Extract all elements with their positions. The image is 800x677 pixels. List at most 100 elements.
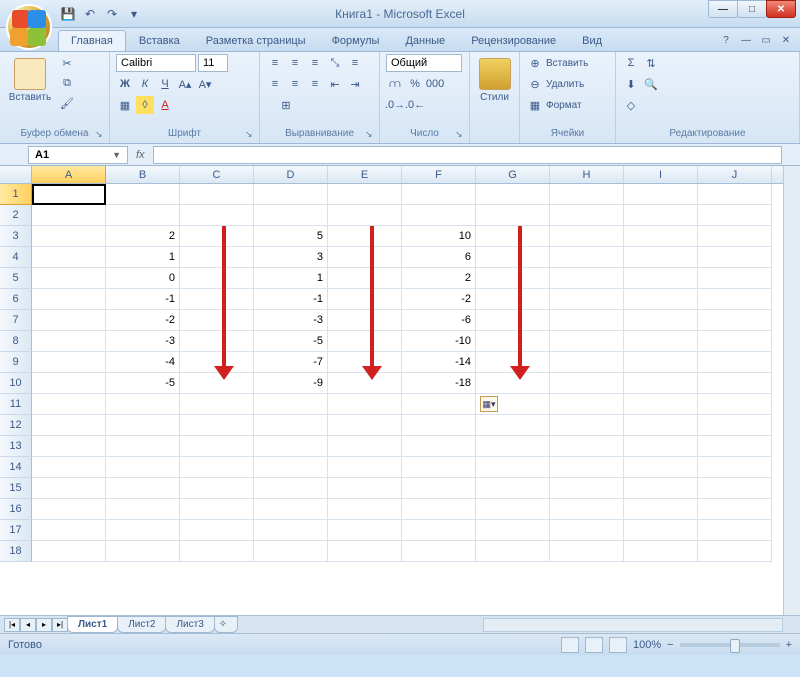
cell[interactable]: [698, 436, 772, 457]
cell[interactable]: [550, 415, 624, 436]
cell[interactable]: [254, 184, 328, 205]
cell[interactable]: [32, 289, 106, 310]
cell[interactable]: 2: [402, 268, 476, 289]
cell[interactable]: [328, 247, 402, 268]
name-box-dropdown-icon[interactable]: ▼: [112, 150, 121, 160]
tab-home[interactable]: Главная: [58, 30, 126, 51]
cell[interactable]: [550, 478, 624, 499]
save-icon[interactable]: 💾: [58, 4, 78, 24]
cell[interactable]: [254, 478, 328, 499]
cell[interactable]: [476, 499, 550, 520]
cell[interactable]: -5: [254, 331, 328, 352]
font-size-combo[interactable]: 11: [198, 54, 228, 72]
cell[interactable]: [32, 541, 106, 562]
cell[interactable]: [328, 541, 402, 562]
decrease-decimal-icon[interactable]: .0←: [406, 96, 424, 114]
cell[interactable]: [476, 310, 550, 331]
cell[interactable]: [106, 499, 180, 520]
cell[interactable]: [624, 499, 698, 520]
cell[interactable]: [254, 541, 328, 562]
cell[interactable]: [698, 394, 772, 415]
sheet-nav-next-icon[interactable]: ▸: [36, 618, 52, 632]
cell[interactable]: [624, 268, 698, 289]
align-left-icon[interactable]: ≡: [266, 75, 284, 93]
cell[interactable]: [698, 268, 772, 289]
number-launcher-icon[interactable]: ↘: [455, 129, 467, 141]
cell[interactable]: [328, 457, 402, 478]
cell[interactable]: [180, 394, 254, 415]
cell[interactable]: -18: [402, 373, 476, 394]
cell[interactable]: [328, 268, 402, 289]
cell[interactable]: [550, 436, 624, 457]
worksheet-grid[interactable]: A B C D E F G H I J 1232510413650126-1-1…: [0, 166, 800, 615]
cell[interactable]: [402, 457, 476, 478]
undo-icon[interactable]: ↶: [80, 4, 100, 24]
cell[interactable]: [476, 520, 550, 541]
cell[interactable]: 10: [402, 226, 476, 247]
cell[interactable]: -7: [254, 352, 328, 373]
row-header[interactable]: 15: [0, 478, 32, 499]
cell[interactable]: [476, 478, 550, 499]
minimize-button[interactable]: —: [708, 0, 738, 18]
cell[interactable]: [698, 478, 772, 499]
cell[interactable]: 5: [254, 226, 328, 247]
cell[interactable]: [698, 457, 772, 478]
cell[interactable]: [476, 457, 550, 478]
cell[interactable]: [32, 310, 106, 331]
column-header[interactable]: I: [624, 166, 698, 183]
cell[interactable]: [698, 289, 772, 310]
cell[interactable]: [32, 331, 106, 352]
cell[interactable]: [624, 520, 698, 541]
help-icon[interactable]: ?: [718, 32, 734, 48]
row-header[interactable]: 10: [0, 373, 32, 394]
cell[interactable]: [624, 415, 698, 436]
styles-button[interactable]: Стили: [476, 54, 513, 103]
tab-formulas[interactable]: Формулы: [319, 30, 393, 51]
cell[interactable]: [550, 268, 624, 289]
cell[interactable]: 2: [106, 226, 180, 247]
cell[interactable]: [550, 457, 624, 478]
comma-icon[interactable]: 000: [426, 75, 444, 93]
cell[interactable]: [550, 184, 624, 205]
cell[interactable]: [180, 415, 254, 436]
cell[interactable]: [32, 478, 106, 499]
cell[interactable]: [550, 499, 624, 520]
font-color-icon[interactable]: A: [156, 96, 174, 114]
cell[interactable]: [106, 541, 180, 562]
cell[interactable]: [32, 352, 106, 373]
cell[interactable]: [32, 457, 106, 478]
cell[interactable]: -3: [106, 331, 180, 352]
column-header[interactable]: E: [328, 166, 402, 183]
align-bottom-icon[interactable]: ≡: [306, 54, 324, 72]
cell[interactable]: [254, 499, 328, 520]
autosum-icon[interactable]: Σ: [622, 54, 640, 72]
cell[interactable]: [624, 226, 698, 247]
cell[interactable]: [698, 499, 772, 520]
sheet-nav-last-icon[interactable]: ▸|: [52, 618, 68, 632]
cell[interactable]: [698, 310, 772, 331]
view-page-break-icon[interactable]: [609, 637, 627, 653]
cell[interactable]: [254, 457, 328, 478]
cell[interactable]: [328, 415, 402, 436]
cell[interactable]: [624, 331, 698, 352]
row-header[interactable]: 3: [0, 226, 32, 247]
cell[interactable]: -3: [254, 310, 328, 331]
cell[interactable]: [106, 394, 180, 415]
cell[interactable]: [476, 184, 550, 205]
cell[interactable]: -6: [402, 310, 476, 331]
cell[interactable]: [550, 352, 624, 373]
cell[interactable]: [180, 226, 254, 247]
cell[interactable]: [550, 331, 624, 352]
cell[interactable]: [698, 331, 772, 352]
wrap-text-icon[interactable]: ≡: [346, 54, 364, 72]
cell[interactable]: [180, 478, 254, 499]
cell[interactable]: [698, 184, 772, 205]
cell[interactable]: [254, 415, 328, 436]
increase-decimal-icon[interactable]: .0→: [386, 96, 404, 114]
cell[interactable]: [328, 436, 402, 457]
percent-icon[interactable]: %: [406, 75, 424, 93]
orientation-icon[interactable]: ⤡: [326, 54, 344, 72]
sort-filter-icon[interactable]: ⇅: [642, 54, 660, 72]
maximize-button[interactable]: □: [737, 0, 767, 18]
cell[interactable]: [328, 520, 402, 541]
